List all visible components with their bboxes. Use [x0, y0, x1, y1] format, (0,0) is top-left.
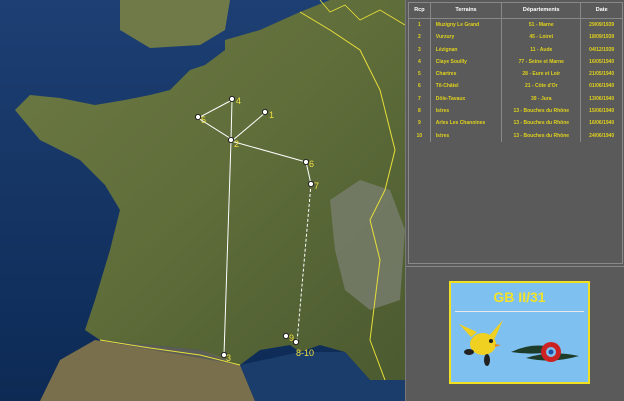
- row-departement: 21 - Côte d'Or: [502, 80, 582, 93]
- row-terrain: Istres: [431, 105, 503, 118]
- svg-text:4: 4: [236, 96, 241, 106]
- row-date: 04/12/1939: [589, 46, 615, 53]
- header-date: Date: [595, 7, 608, 13]
- row-number: 7: [409, 92, 431, 106]
- row-number: 10: [409, 129, 431, 142]
- bird-emblem-icon: [459, 320, 503, 366]
- winged-roundel-icon: [511, 342, 579, 362]
- row-departement: 11 - Aude: [502, 43, 582, 56]
- row-number: 3: [409, 43, 431, 56]
- row-date: 13/06/1940: [589, 95, 615, 102]
- table-row: 6 Til-Châtel 21 - Côte d'Or 01/06/1940: [409, 80, 622, 93]
- svg-text:8-10: 8-10: [296, 348, 314, 358]
- row-number: 9: [409, 117, 431, 130]
- header-departements: Départements: [502, 3, 582, 18]
- row-departement: 45 - Loiret: [502, 31, 582, 44]
- header-rcp: Rcp: [409, 3, 431, 18]
- svg-text:3: 3: [226, 353, 231, 363]
- row-date: 01/06/1940: [589, 83, 615, 90]
- airfields-table: Rcp Terrains Départements Date 1 Muzigny …: [408, 2, 623, 264]
- row-date: 21/05/1940: [589, 71, 615, 78]
- table-row: 9 Arles Les Chanoines 13 - Bouches du Rhôn…: [409, 117, 622, 130]
- table-row: 4 Claye Souilly 77 - Seine et Marne 16/05/1…: [409, 55, 622, 69]
- row-date: 18/09/1939: [589, 34, 615, 41]
- svg-text:6: 6: [309, 159, 314, 169]
- svg-text:2: 2: [234, 139, 239, 149]
- svg-text:5: 5: [201, 115, 206, 125]
- table-row: 8 Istres 13 - Bouches du Rhône 15/06/1940: [409, 105, 622, 118]
- table-body: 1 Muzigny Le Grand 51 - Marne 29/09/1939 2 Vu…: [409, 19, 622, 142]
- row-terrain: Chartres: [431, 68, 503, 81]
- row-departement: 39 - Jura: [502, 92, 582, 106]
- row-number: 2: [409, 31, 431, 44]
- row-terrain: Istres: [431, 129, 503, 142]
- france-satellite-map: 1 2 3 4 5 6 7 9 8-10: [0, 0, 405, 401]
- row-date: 16/05/1940: [589, 58, 615, 65]
- row-date: 15/06/1940: [589, 108, 615, 115]
- row-number: 8: [409, 105, 431, 118]
- row-date: 29/09/1939: [589, 22, 615, 28]
- table-row: 10 Istres 13 - Bouches du Rhône 24/06/1940: [409, 129, 622, 142]
- row-departement: 77 - Seine et Marne: [502, 55, 582, 69]
- row-terrain: Muzigny Le Grand: [431, 19, 503, 32]
- table-row: 5 Chartres 28 - Eure et Loir 21/05/1940: [409, 68, 622, 81]
- row-departement: 13 - Bouches du Rhône: [502, 129, 582, 142]
- row-terrain: Arles Les Chanoines: [431, 117, 503, 130]
- row-terrain: Dôle-Tavaux: [431, 92, 503, 106]
- row-terrain: Claye Souilly: [431, 55, 503, 69]
- table-row: 1 Muzigny Le Grand 51 - Marne 29/09/1939: [409, 19, 622, 32]
- info-panel: Rcp Terrains Départements Date 1 Muzigny …: [405, 0, 624, 401]
- table-row: 3 Lézignan 11 - Aude 04/12/1939: [409, 43, 622, 56]
- row-date: 16/06/1940: [589, 120, 615, 127]
- row-number: 6: [409, 80, 431, 93]
- row-departement: 13 - Bouches du Rhône: [502, 105, 582, 118]
- row-terrain: Lézignan: [431, 43, 503, 56]
- svg-text:7: 7: [314, 181, 319, 191]
- row-number: 5: [409, 68, 431, 81]
- panel-divider: [406, 266, 624, 267]
- row-terrain: Vurzury: [431, 31, 503, 44]
- row-number: 4: [409, 55, 431, 69]
- row-number: 1: [409, 19, 431, 32]
- table-row: 2 Vurzury 45 - Loiret 18/09/1939: [409, 31, 622, 44]
- badge-title: GB II/31: [493, 289, 546, 305]
- row-date: 24/06/1940: [589, 132, 615, 139]
- row-departement: 28 - Eure et Loir: [502, 68, 582, 81]
- table-header: Rcp Terrains Départements Date: [409, 3, 622, 19]
- row-terrain: Til-Châtel: [431, 80, 503, 93]
- header-terrains: Terrains: [431, 3, 503, 18]
- table-row: 7 Dôle-Tavaux 39 - Jura 13/06/1940: [409, 92, 622, 106]
- row-departement: 13 - Bouches du Rhône: [502, 117, 582, 130]
- unit-badge: GB II/31: [449, 281, 590, 384]
- row-departement: 51 - Marne: [502, 19, 582, 32]
- svg-text:1: 1: [269, 110, 274, 120]
- badge-emblem: [459, 320, 579, 366]
